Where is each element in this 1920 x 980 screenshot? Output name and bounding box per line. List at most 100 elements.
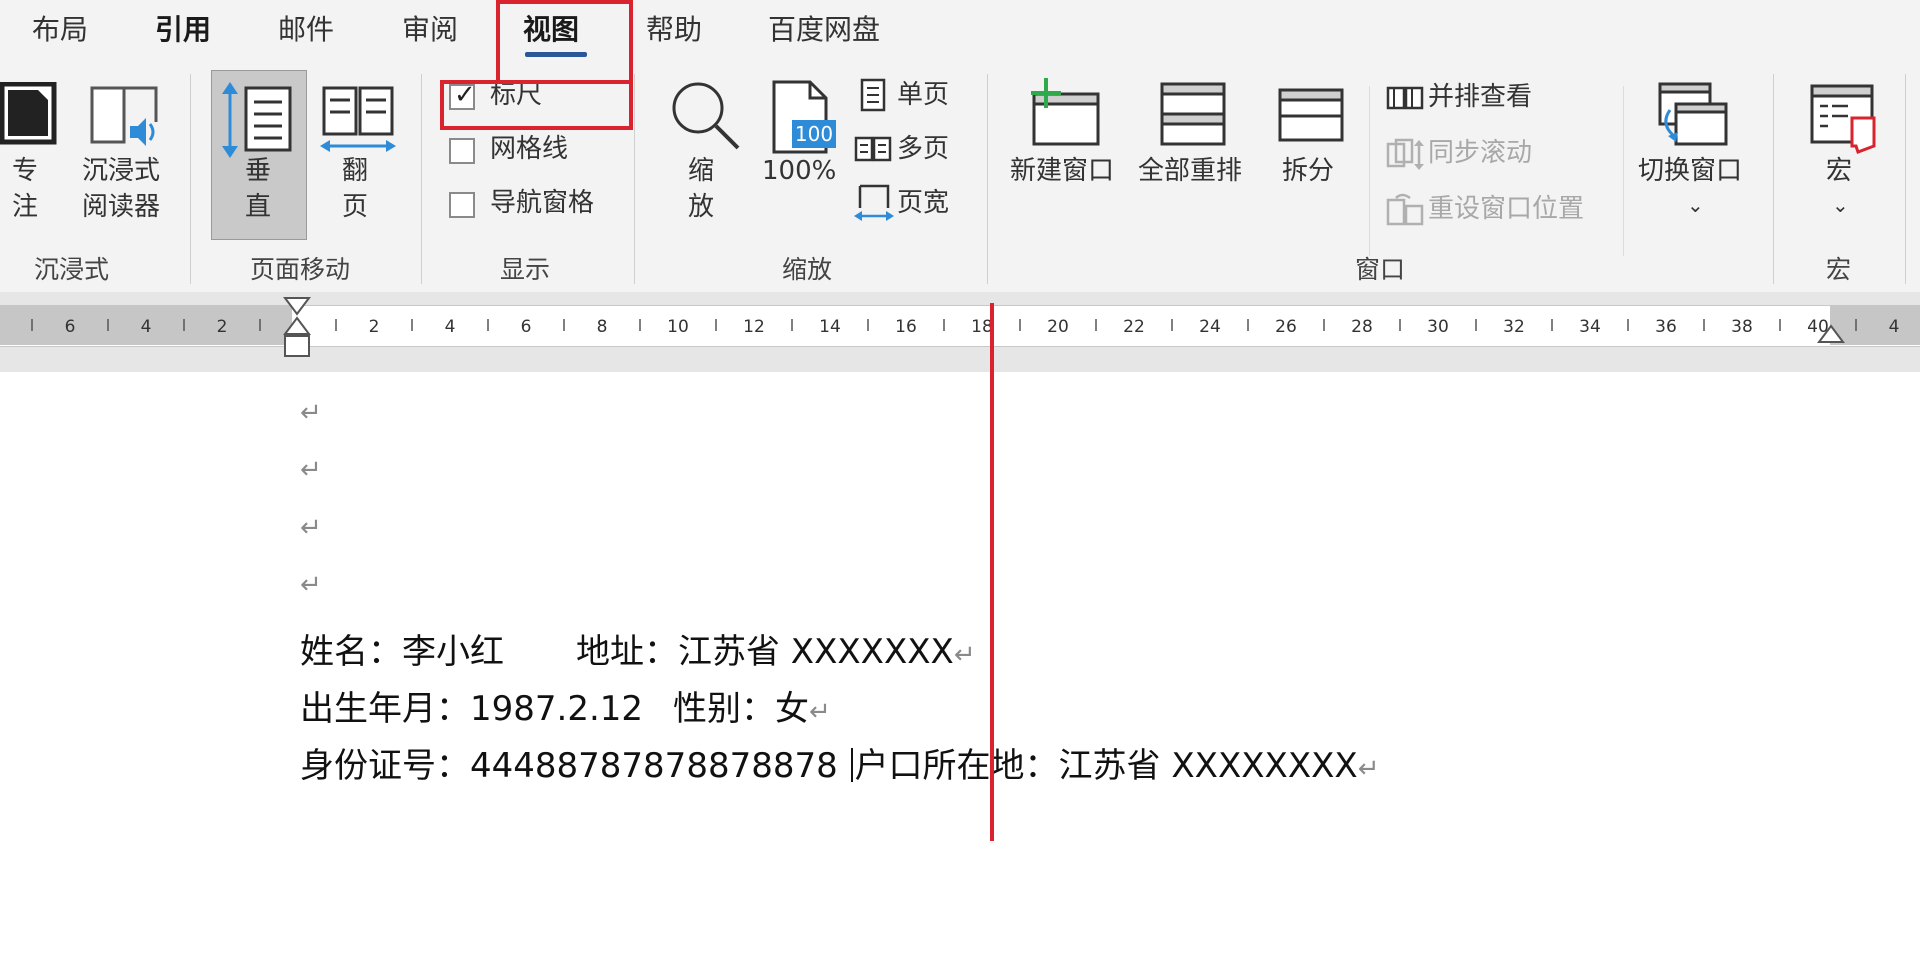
immersive-reader-icon [90,86,158,146]
vertical-scroll-icon [222,82,292,158]
group-separator [190,74,191,284]
tab-mailings[interactable]: 邮件 [278,8,334,52]
ruler-label: 32 [1503,317,1525,337]
ribbon: 专 注 沉浸式 阅读器 沉浸式 垂 直 翻 页 页面移动 ✓ 标尺 网格线 导航… [0,60,1920,293]
paragraph-mark: ↵ [809,697,831,727]
navigation-pane-label: 导航窗格 [490,188,595,218]
annotation-vertical-line [990,303,994,841]
gridlines-label: 网格线 [490,134,569,164]
split-label: 拆分 [1282,156,1335,186]
ruler-label: 34 [1579,317,1601,337]
ruler-label: 4 [1889,317,1900,337]
group-separator [1905,74,1906,284]
name-field-text: 姓名：李小红 [300,632,504,672]
side-to-side-icon [320,86,396,152]
paragraph-mark: ↵ [1357,754,1380,784]
synchronous-scrolling-label: 同步滚动 [1428,138,1533,168]
group-separator [1369,86,1370,256]
ruler-label: 14 [819,317,841,337]
birth-date-text: 出生年月：1987.2.12 [300,689,644,729]
ruler-label: 26 [1275,317,1297,337]
page-width-icon [854,184,894,221]
group-separator [1623,86,1624,256]
group-label-window: 窗口 [1355,255,1406,284]
new-window-label: 新建窗口 [1010,156,1115,186]
group-separator [634,74,635,284]
document-line-1: 姓名：李小红 地址：江苏省 XXXXXXX↵ [300,624,976,673]
immersive-reader-label: 沉浸式 [82,156,161,186]
ruler-label: 10 [667,317,689,337]
zoom-100-badge-text: 100 [795,122,833,146]
multiple-pages-icon [854,136,892,162]
ruler-label: 4 [445,317,456,337]
ruler-label: 20 [1047,317,1069,337]
group-label-show: 显示 [500,255,551,284]
ruler-label: 2 [369,317,380,337]
right-indent-marker-icon[interactable] [1817,322,1845,346]
gridlines-checkbox-box[interactable] [449,138,475,164]
immersive-reader-label-2: 阅读器 [82,192,161,222]
paragraph-mark: ↵ [953,640,976,670]
macros-icon [1810,84,1876,154]
ruler-label: 30 [1427,317,1449,337]
focus-label-2: 注 [12,192,39,222]
ruler-label: 2 [217,317,228,337]
highlight-box-view-tab [496,0,633,84]
new-window-icon [1031,78,1100,146]
zoom-label: 缩 [688,156,715,186]
zoom-label-2: 放 [688,192,715,222]
vertical-label: 垂 [245,156,272,186]
group-label-immersive: 沉浸式 [34,255,110,284]
ribbon-tab-bar: 布局 引用 邮件 审阅 视图 帮助 百度网盘 [0,0,1920,60]
switch-windows-icon [1658,82,1728,146]
reset-window-position-label: 重设窗口位置 [1428,194,1585,224]
vertical-label-2: 直 [245,192,272,222]
navigation-pane-checkbox-box[interactable] [449,192,475,218]
ruler-label: 4 [141,317,152,337]
switch-windows-label: 切换窗口 [1638,156,1743,186]
split-icon [1278,88,1344,142]
view-side-by-side-label: 并排查看 [1428,82,1533,112]
tab-baidu-netdisk[interactable]: 百度网盘 [768,8,880,52]
household-registration-text: 户口所在地：江苏省 XXXXXXXX [854,746,1358,786]
tab-review[interactable]: 审阅 [402,8,458,52]
magnifier-icon [672,82,740,150]
group-separator [1773,74,1774,284]
ruler-label: 8 [597,317,608,337]
group-label-macros: 宏 [1826,255,1852,284]
indent-markers-icon[interactable] [282,296,312,362]
paragraph-mark: ↵ [300,398,322,428]
tab-references[interactable]: 引用 [155,8,211,52]
page-100-icon: 100 [772,80,836,154]
document-page[interactable] [0,372,1920,980]
ruler-label: 6 [521,317,532,337]
ruler-label: 24 [1199,317,1221,337]
page-width-label: 页宽 [897,188,950,218]
tab-layout[interactable]: 布局 [32,8,88,52]
tab-help[interactable]: 帮助 [646,8,702,52]
reset-window-position-icon [1386,193,1424,226]
one-page-label: 单页 [897,80,950,110]
focus-icon [0,82,57,145]
paragraph-mark: ↵ [300,513,322,543]
group-label-zoom: 缩放 [782,255,833,284]
id-number-text: 身份证号：44488787878878878 [300,746,838,786]
ruler-label: 36 [1655,317,1677,337]
ruler-label: 38 [1731,317,1753,337]
chevron-down-icon: ⌄ [1687,193,1704,217]
multiple-pages-label: 多页 [897,134,950,164]
group-label-page-movement: 页面移动 [250,255,351,284]
arrange-all-label: 全部重排 [1138,156,1243,186]
ruler-label: 16 [895,317,917,337]
chevron-down-icon: ⌄ [1832,193,1849,217]
arrange-all-icon [1160,82,1226,146]
focus-label: 专 [12,156,39,186]
one-page-icon [860,78,886,112]
group-separator [421,74,422,284]
macros-label: 宏 [1826,156,1853,186]
side-by-side-icon [1386,86,1424,110]
ruler-label: 28 [1351,317,1373,337]
document-line-2: 出生年月：1987.2.12 性别：女↵ [300,681,831,730]
address-field-text: 地址：江苏省 XXXXXXX [576,632,954,672]
ruler-label: 12 [743,317,765,337]
